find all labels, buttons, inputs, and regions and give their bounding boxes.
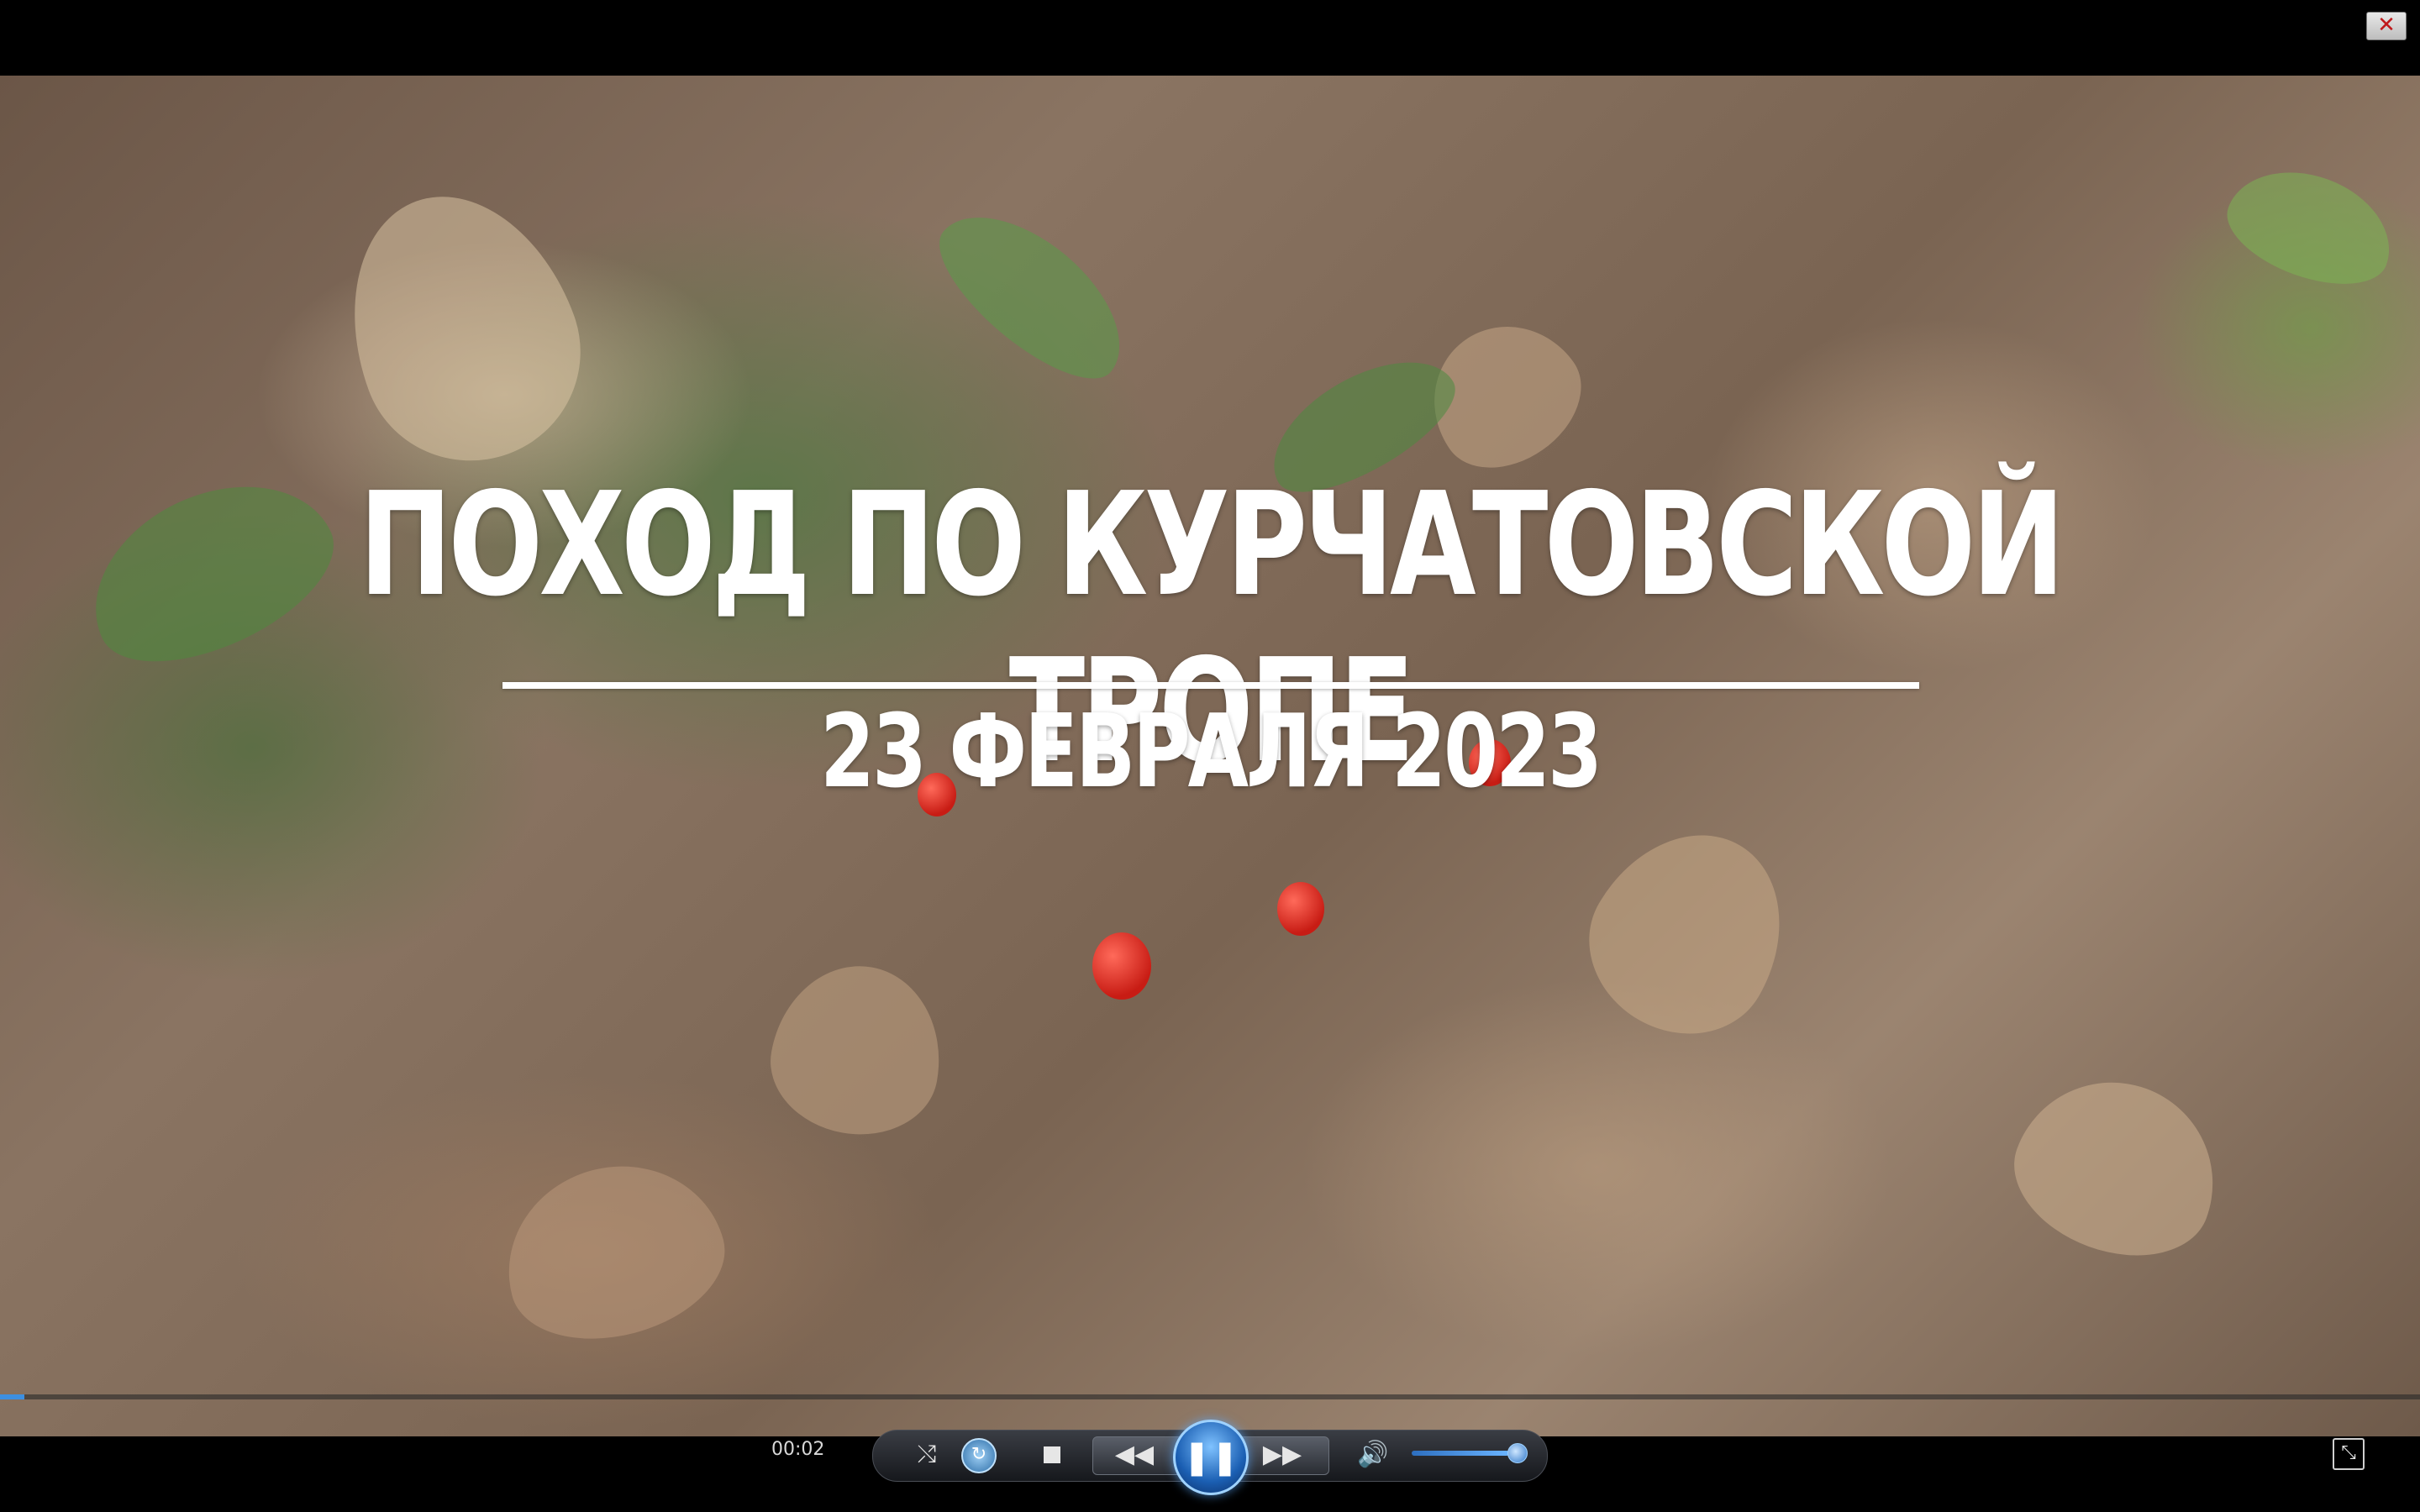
close-icon: ✕	[2377, 13, 2396, 38]
title-bar: ✕	[0, 0, 2420, 76]
elapsed-time: 00:02	[771, 1439, 825, 1460]
leaf-decor	[1994, 1053, 2241, 1282]
title-divider	[502, 682, 1919, 689]
stop-button[interactable]	[1044, 1446, 1060, 1463]
repeat-button[interactable]: ↻	[961, 1438, 997, 1473]
repeat-icon: ↻	[971, 1444, 987, 1465]
media-player-window: ✕ ПОХОД ПО КУРЧАТОВСКОЙ ТРОПЕ 23 ФЕВРАЛЯ…	[0, 0, 2420, 1512]
fast-forward-icon: ▶▶	[1262, 1440, 1302, 1469]
speaker-icon: 🔊	[1357, 1440, 1389, 1469]
leaf-decor	[917, 185, 1150, 403]
volume-thumb[interactable]	[1507, 1443, 1528, 1463]
leaf-decor	[313, 164, 611, 491]
shuffle-icon: ⤭	[917, 1440, 937, 1467]
pause-icon: ❚❚	[1182, 1438, 1239, 1477]
red-berry	[1277, 882, 1324, 936]
play-pause-button[interactable]: ❚❚	[1173, 1420, 1249, 1495]
seek-bar[interactable]	[0, 1394, 2420, 1399]
leaf-decor	[1558, 799, 1820, 1066]
red-berry	[1092, 932, 1151, 1000]
seek-progress	[0, 1394, 24, 1399]
leaf-decor	[760, 953, 955, 1147]
volume-level	[1412, 1451, 1509, 1456]
leaf-decor	[486, 1142, 741, 1362]
video-date-overlay: 23 ФЕВРАЛЯ 2023	[819, 694, 1602, 811]
switch-to-library-icon: ⤡	[2341, 1442, 2356, 1463]
leaf-decor	[2214, 150, 2407, 303]
rewind-icon: ◀◀	[1114, 1440, 1155, 1469]
rewind-button[interactable]: ◀◀	[1109, 1438, 1160, 1472]
fast-forward-button[interactable]: ▶▶	[1257, 1438, 1307, 1472]
switch-to-library-button[interactable]: ⤡	[2333, 1438, 2365, 1470]
close-button[interactable]: ✕	[2366, 12, 2407, 40]
mute-button[interactable]: 🔊	[1355, 1438, 1392, 1472]
shuffle-button[interactable]: ⤭	[911, 1438, 943, 1470]
